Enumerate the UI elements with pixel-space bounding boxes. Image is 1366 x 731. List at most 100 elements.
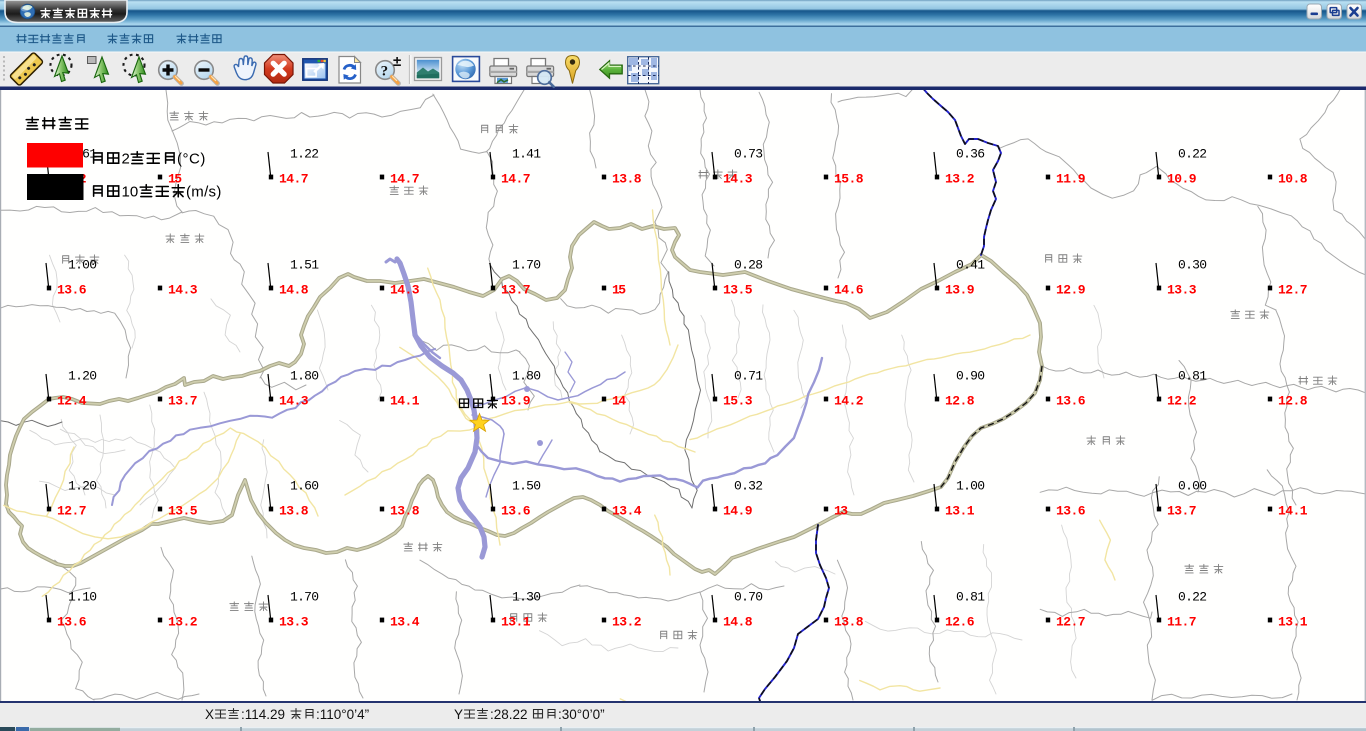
svg-text:13.1: 13.1 bbox=[945, 504, 975, 519]
svg-text:11.9: 11.9 bbox=[1056, 172, 1086, 187]
svg-text:1.00: 1.00 bbox=[956, 479, 985, 494]
svg-text:14.3: 14.3 bbox=[723, 172, 753, 187]
svg-text:1.20: 1.20 bbox=[68, 479, 97, 494]
svg-text:14.7: 14.7 bbox=[390, 172, 420, 187]
svg-text:14.9: 14.9 bbox=[723, 504, 753, 519]
svg-text:10.9: 10.9 bbox=[1167, 172, 1197, 187]
svg-text:0.41: 0.41 bbox=[956, 258, 985, 273]
svg-text:15: 15 bbox=[168, 172, 182, 187]
svg-text:13.6: 13.6 bbox=[57, 615, 87, 630]
svg-text:13.6: 13.6 bbox=[501, 504, 531, 519]
svg-text:1.20: 1.20 bbox=[68, 369, 97, 384]
svg-text:1.10: 1.10 bbox=[68, 590, 97, 605]
svg-text:15: 15 bbox=[612, 283, 626, 298]
svg-text:12.8: 12.8 bbox=[1278, 394, 1308, 409]
svg-text:12.6: 12.6 bbox=[945, 615, 975, 630]
svg-text:14.7: 14.7 bbox=[501, 172, 531, 187]
svg-text:13: 13 bbox=[834, 504, 848, 519]
svg-text:13.7: 13.7 bbox=[168, 394, 198, 409]
svg-text:15.8: 15.8 bbox=[834, 172, 864, 187]
svg-text:1.70: 1.70 bbox=[290, 590, 319, 605]
svg-text:1.51: 1.51 bbox=[290, 258, 319, 273]
svg-text:Y: Y bbox=[454, 707, 463, 722]
svg-text:0.32: 0.32 bbox=[734, 479, 763, 494]
svg-text:14.8: 14.8 bbox=[723, 615, 753, 630]
svg-text:13.4: 13.4 bbox=[390, 615, 420, 630]
svg-text::114.29: :114.29 bbox=[241, 707, 285, 722]
svg-text:?: ? bbox=[381, 64, 389, 80]
svg-text:13.8: 13.8 bbox=[390, 504, 420, 519]
svg-text:14.2: 14.2 bbox=[834, 394, 864, 409]
svg-text:14.3: 14.3 bbox=[279, 394, 309, 409]
svg-text:0.22: 0.22 bbox=[1178, 590, 1207, 605]
svg-text:13.8: 13.8 bbox=[834, 615, 864, 630]
svg-text::30°0’0”: :30°0’0” bbox=[558, 707, 605, 722]
svg-text:0.90: 0.90 bbox=[956, 369, 985, 384]
svg-text:15.3: 15.3 bbox=[723, 394, 753, 409]
svg-text:14.6: 14.6 bbox=[834, 283, 864, 298]
svg-text:(°C): (°C) bbox=[177, 151, 206, 168]
svg-text:1.80: 1.80 bbox=[290, 369, 319, 384]
svg-text:14.1: 14.1 bbox=[1278, 504, 1308, 519]
svg-text:14: 14 bbox=[612, 394, 626, 409]
svg-text:14.3: 14.3 bbox=[390, 283, 420, 298]
svg-text:13.6: 13.6 bbox=[57, 283, 87, 298]
svg-text:14.8: 14.8 bbox=[279, 283, 309, 298]
svg-text:1.30: 1.30 bbox=[512, 590, 541, 605]
svg-text:13.2: 13.2 bbox=[168, 615, 198, 630]
svg-text:0.36: 0.36 bbox=[956, 147, 985, 162]
svg-text:0.28: 0.28 bbox=[734, 258, 763, 273]
svg-text:13.9: 13.9 bbox=[501, 394, 531, 409]
svg-text:12.7: 12.7 bbox=[1056, 615, 1086, 630]
svg-text:0.00: 0.00 bbox=[1178, 479, 1207, 494]
svg-text:13.1: 13.1 bbox=[501, 615, 531, 630]
svg-text:13.6: 13.6 bbox=[1056, 504, 1086, 519]
svg-text:1.60: 1.60 bbox=[290, 479, 319, 494]
svg-text:1.80: 1.80 bbox=[512, 369, 541, 384]
svg-text:0.70: 0.70 bbox=[734, 590, 763, 605]
svg-text:12.8: 12.8 bbox=[945, 394, 975, 409]
svg-text:13.2: 13.2 bbox=[945, 172, 975, 187]
svg-text:0.30: 0.30 bbox=[1178, 258, 1207, 273]
svg-text:13.4: 13.4 bbox=[612, 504, 642, 519]
svg-text:13.6: 13.6 bbox=[1056, 394, 1086, 409]
svg-text:13.5: 13.5 bbox=[723, 283, 753, 298]
svg-text:13.7: 13.7 bbox=[1167, 504, 1197, 519]
svg-text::28.22: :28.22 bbox=[490, 707, 528, 722]
svg-text:13.8: 13.8 bbox=[612, 172, 642, 187]
svg-text:11.7: 11.7 bbox=[1167, 615, 1197, 630]
svg-text:12.9: 12.9 bbox=[1056, 283, 1086, 298]
svg-text:12.7: 12.7 bbox=[57, 504, 87, 519]
svg-text:0.81: 0.81 bbox=[1178, 369, 1207, 384]
svg-text:13.9: 13.9 bbox=[945, 283, 975, 298]
svg-text::110°0’4”: :110°0’4” bbox=[316, 707, 369, 722]
svg-text:13.3: 13.3 bbox=[1167, 283, 1197, 298]
svg-text:0.71: 0.71 bbox=[734, 369, 763, 384]
svg-text:(m/s): (m/s) bbox=[186, 184, 222, 201]
svg-text:1.50: 1.50 bbox=[512, 479, 541, 494]
svg-text:1.41: 1.41 bbox=[512, 147, 541, 162]
svg-text:±: ± bbox=[393, 53, 401, 70]
svg-text:0.73: 0.73 bbox=[734, 147, 763, 162]
svg-text:14.1: 14.1 bbox=[390, 394, 420, 409]
svg-text:X: X bbox=[205, 707, 214, 722]
svg-text:13.8: 13.8 bbox=[279, 504, 309, 519]
svg-text:14.3: 14.3 bbox=[168, 283, 198, 298]
svg-text:12.2: 12.2 bbox=[1167, 394, 1197, 409]
svg-text:13.2: 13.2 bbox=[612, 615, 642, 630]
svg-text:13.1: 13.1 bbox=[1278, 615, 1308, 630]
svg-text:10.8: 10.8 bbox=[1278, 172, 1308, 187]
svg-text:10: 10 bbox=[122, 184, 139, 201]
svg-text:13.7: 13.7 bbox=[501, 283, 531, 298]
svg-text:1.22: 1.22 bbox=[290, 147, 319, 162]
svg-text:1.70: 1.70 bbox=[512, 258, 541, 273]
svg-text:13.3: 13.3 bbox=[279, 615, 309, 630]
svg-text:14.7: 14.7 bbox=[279, 172, 309, 187]
svg-text:1.00: 1.00 bbox=[68, 258, 97, 273]
svg-text:12.7: 12.7 bbox=[1278, 283, 1308, 298]
svg-text:2: 2 bbox=[122, 151, 130, 168]
svg-text:0.81: 0.81 bbox=[956, 590, 985, 605]
svg-text:0.22: 0.22 bbox=[1178, 147, 1207, 162]
svg-text:13.5: 13.5 bbox=[168, 504, 198, 519]
svg-text:12.4: 12.4 bbox=[57, 394, 87, 409]
